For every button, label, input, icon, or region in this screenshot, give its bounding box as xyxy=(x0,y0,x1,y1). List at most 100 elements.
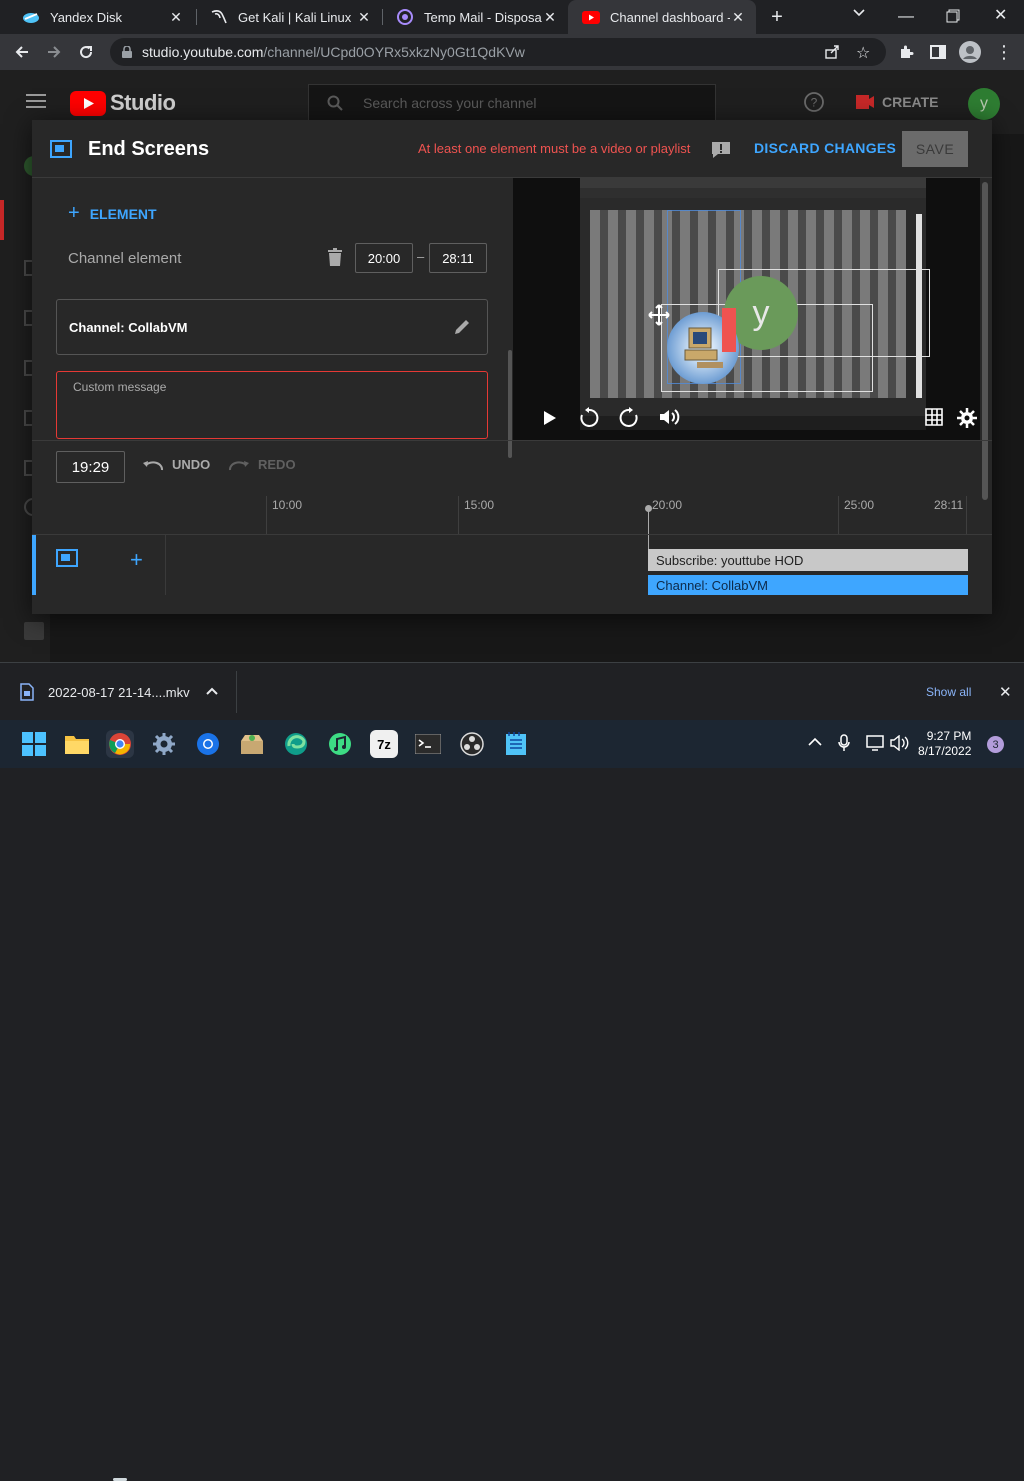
lock-icon xyxy=(122,46,132,58)
tab-title: Yandex Disk xyxy=(50,9,123,25)
delete-element-icon[interactable] xyxy=(328,248,342,266)
youtube-icon xyxy=(582,10,600,24)
add-track-element-icon[interactable]: + xyxy=(130,547,143,573)
channel-selector[interactable]: Channel: CollabVM xyxy=(56,299,488,355)
tab-temp-mail[interactable]: Temp Mail - Disposable ✕ xyxy=(382,0,568,34)
add-element-label: ELEMENT xyxy=(89,205,157,222)
timeline-element-channel[interactable]: Channel: CollabVM xyxy=(648,575,968,595)
add-element-button[interactable]: + ELEMENT xyxy=(68,202,157,225)
clock-date: 8/17/2022 xyxy=(918,744,972,758)
windows-start-icon[interactable] xyxy=(20,730,48,758)
new-tab-icon[interactable]: + xyxy=(766,6,788,28)
feedback-icon[interactable] xyxy=(710,140,732,160)
timeline-tracks: + Subscribe: youttube HOD Channel: Colla… xyxy=(32,534,992,595)
system-clock[interactable]: 9:27 PM 8/17/2022 xyxy=(918,729,971,759)
download-bar: 2022-08-17 21-14....mkv Show all ✕ xyxy=(0,662,1024,720)
hamburger-menu-icon[interactable] xyxy=(26,94,46,108)
custom-message-input[interactable]: Custom message xyxy=(56,371,488,439)
plus-icon: + xyxy=(68,202,80,224)
timeline-controls: 19:29 UNDO REDO xyxy=(32,440,992,488)
network-icon[interactable] xyxy=(866,735,884,751)
svg-text:?: ? xyxy=(811,96,818,110)
chrome-beta-icon[interactable] xyxy=(194,730,222,758)
tab-yandex-disk[interactable]: Yandex Disk ✕ xyxy=(8,0,194,34)
channel-avatar[interactable]: y xyxy=(968,88,1000,120)
timeline-element-subscribe[interactable]: Subscribe: youttube HOD xyxy=(648,549,968,571)
rewind-10-icon[interactable] xyxy=(579,406,599,428)
tab-title: Temp Mail - Disposable xyxy=(424,9,542,25)
timeline-tick: 25:00 xyxy=(844,498,875,512)
sidebar-feedback-icon[interactable] xyxy=(24,622,44,640)
minimize-icon[interactable]: — xyxy=(898,8,918,26)
address-bar-row: studio.youtube.com/channel/UCpd0OYRx5xkz… xyxy=(0,34,1024,70)
grid-icon[interactable] xyxy=(925,408,943,426)
discard-changes-button[interactable]: DISCARD CHANGES xyxy=(754,140,896,156)
url-field[interactable]: studio.youtube.com/channel/UCpd0OYRx5xkz… xyxy=(110,38,886,66)
package-app-icon[interactable] xyxy=(238,730,266,758)
close-download-bar-icon[interactable]: ✕ xyxy=(999,683,1012,701)
bookmark-star-icon[interactable]: ☆ xyxy=(856,43,870,63)
video-preview: y xyxy=(513,178,980,440)
settings-app-icon[interactable] xyxy=(150,730,178,758)
browser-menu-icon[interactable]: ⋮ xyxy=(992,40,1016,64)
tab-title: Get Kali | Kali Linux xyxy=(238,9,352,25)
share-icon[interactable] xyxy=(824,44,840,60)
undo-button[interactable]: UNDO xyxy=(142,457,210,472)
end-time-input[interactable]: 28:11 xyxy=(429,243,487,273)
undo-icon xyxy=(142,459,164,471)
downloaded-file-name[interactable]: 2022-08-17 21-14....mkv xyxy=(48,685,190,700)
edit-pencil-icon[interactable] xyxy=(453,318,471,336)
profile-avatar-icon[interactable] xyxy=(958,40,982,64)
speaker-icon[interactable] xyxy=(890,735,910,751)
side-panel-icon[interactable] xyxy=(926,40,950,64)
create-button[interactable]: CREATE xyxy=(856,94,939,110)
save-button[interactable]: SAVE xyxy=(902,131,968,167)
settings-gear-icon[interactable] xyxy=(957,408,977,428)
forward-10-icon[interactable] xyxy=(619,406,639,428)
timeline-tick: 15:00 xyxy=(464,498,495,512)
7zip-icon[interactable]: 7z xyxy=(370,730,398,758)
studio-logo[interactable]: Studio xyxy=(70,90,176,116)
reload-icon[interactable] xyxy=(74,40,98,64)
channel-element-label: Channel element xyxy=(68,250,182,267)
volume-icon[interactable] xyxy=(659,408,681,426)
back-icon[interactable] xyxy=(10,40,34,64)
move-cursor-icon xyxy=(648,304,670,326)
url-host: studio.youtube.com xyxy=(142,44,264,60)
extensions-icon[interactable] xyxy=(894,40,918,64)
current-time-input[interactable]: 19:29 xyxy=(56,451,125,483)
notepad-icon[interactable] xyxy=(502,730,530,758)
tab-channel-dashboard[interactable]: Channel dashboard - YouTube ✕ xyxy=(568,0,756,34)
show-all-downloads-link[interactable]: Show all xyxy=(926,685,971,699)
close-window-icon[interactable]: ✕ xyxy=(994,5,1007,25)
play-icon[interactable] xyxy=(543,410,557,426)
edge-icon[interactable] xyxy=(282,730,310,758)
close-tab-icon[interactable]: ✕ xyxy=(168,9,184,25)
tab-get-kali[interactable]: Get Kali | Kali Linux ✕ xyxy=(196,0,382,34)
notification-badge[interactable]: 3 xyxy=(987,736,1004,753)
undo-label: UNDO xyxy=(172,457,211,472)
chevron-up-tray-icon[interactable] xyxy=(808,737,822,746)
clock-time: 9:27 PM xyxy=(926,729,972,743)
element-editor-pane: + ELEMENT Channel element 20:00 – 28:11 … xyxy=(32,178,512,458)
resize-handle[interactable] xyxy=(722,308,736,352)
close-tab-icon[interactable]: ✕ xyxy=(730,9,746,25)
chevron-up-icon[interactable] xyxy=(206,687,218,695)
close-tab-icon[interactable]: ✕ xyxy=(542,9,558,25)
tab-search-icon[interactable] xyxy=(852,8,872,26)
timeline-tick: 10:00 xyxy=(272,498,303,512)
forward-icon[interactable] xyxy=(42,40,66,64)
microphone-icon[interactable] xyxy=(838,734,850,752)
start-time-input[interactable]: 20:00 xyxy=(355,243,413,273)
music-app-icon[interactable] xyxy=(326,730,354,758)
file-explorer-icon[interactable] xyxy=(63,730,91,758)
restore-icon[interactable] xyxy=(946,9,960,23)
studio-search-input[interactable]: Search across your channel xyxy=(308,84,716,122)
close-tab-icon[interactable]: ✕ xyxy=(356,9,372,25)
help-icon[interactable]: ? xyxy=(804,92,824,112)
obs-studio-icon[interactable] xyxy=(458,730,486,758)
redo-button[interactable]: REDO xyxy=(228,457,296,472)
chrome-icon[interactable] xyxy=(106,730,134,758)
terminal-icon[interactable] xyxy=(414,730,442,758)
windows-taskbar: 7z 9:27 PM 8/17/2022 xyxy=(0,720,1024,1481)
